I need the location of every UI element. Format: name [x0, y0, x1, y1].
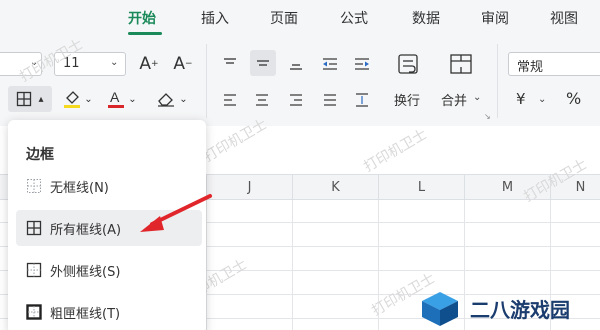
all-borders-icon [26, 220, 42, 236]
currency-button[interactable]: ¥ [516, 90, 526, 108]
align-right-icon [290, 94, 302, 106]
align-bottom-icon [290, 64, 302, 70]
decrease-indent-button[interactable] [318, 52, 342, 76]
font-color-button[interactable]: A ⌄ [104, 86, 140, 112]
chevron-down-icon[interactable]: ⌄ [473, 92, 481, 103]
brand-logo: 二八游戏园 [418, 286, 600, 330]
justify-button[interactable] [318, 88, 342, 112]
tab-data[interactable]: 数据 [412, 8, 440, 28]
gridline [378, 200, 379, 330]
gridline [292, 200, 293, 330]
chevron-down-icon[interactable]: ⌄ [110, 57, 118, 68]
chevron-up-icon: ▴ [38, 93, 44, 105]
chevron-down-icon: ⌄ [179, 93, 188, 105]
brand-text: 二八游戏园 [470, 297, 570, 322]
align-bottom-button[interactable] [284, 52, 308, 76]
separator [206, 44, 207, 118]
grow-font-label: A [139, 54, 152, 74]
wrap-text-label[interactable]: 换行 [394, 90, 420, 109]
column-header[interactable]: M [464, 175, 550, 201]
menu-item-thick-box-border[interactable]: 粗匣框线(T) [16, 294, 202, 330]
eraser-icon [158, 93, 175, 107]
borders-icon [17, 91, 32, 107]
distribute-icon [356, 93, 368, 107]
number-format-value: 常规 [517, 60, 544, 75]
chevron-down-icon: ⌄ [84, 93, 93, 105]
wrap-text-button[interactable] [394, 50, 424, 80]
column-header[interactable]: K [292, 175, 378, 201]
menu-item-label: 无框线(N) [50, 180, 109, 196]
menu-item-outside-borders[interactable]: 外侧框线(S) [16, 252, 202, 288]
align-top-button[interactable] [218, 52, 242, 76]
font-size-value: 11 [63, 56, 80, 71]
menu-item-label: 所有框线(A) [50, 222, 122, 238]
number-format-field[interactable]: 常规 [508, 52, 600, 76]
menu-item-label: 外侧框线(S) [50, 264, 121, 280]
active-tab-indicator [128, 32, 162, 35]
tab-insert[interactable]: 插入 [201, 8, 229, 28]
outside-borders-icon [26, 262, 42, 278]
tab-view[interactable]: 视图 [550, 8, 578, 28]
align-left-button[interactable] [218, 88, 242, 112]
thick-box-border-icon [26, 304, 42, 320]
chevron-down-icon: ⌄ [128, 93, 137, 105]
merge-cells-icon [450, 54, 472, 74]
column-header[interactable]: N [550, 175, 600, 201]
paint-bucket-icon [64, 91, 81, 108]
justify-icon [324, 94, 336, 106]
align-center-button[interactable] [250, 88, 274, 112]
clear-button[interactable]: ⌄ [150, 86, 194, 112]
brand-cube-icon [422, 292, 458, 326]
increase-indent-icon [355, 58, 369, 70]
merge-button[interactable] [446, 50, 476, 80]
font-color-icon: A [108, 89, 125, 108]
decrease-indent-icon [323, 58, 337, 70]
menu-item-label: 粗匣框线(T) [50, 306, 121, 322]
column-header[interactable]: L [378, 175, 464, 201]
align-middle-button[interactable] [250, 50, 276, 76]
no-border-icon [27, 179, 41, 193]
svg-text:A: A [110, 89, 120, 105]
chevron-down-icon[interactable]: ⌄ [30, 57, 38, 68]
merge-label[interactable]: 合并 [441, 90, 467, 109]
align-middle-icon [257, 60, 269, 66]
shrink-font-label: A [173, 54, 186, 74]
dialog-launcher-icon[interactable]: ↘ [484, 112, 491, 121]
tab-review[interactable]: 审阅 [481, 8, 509, 28]
percent-button[interactable]: % [566, 89, 581, 108]
increase-indent-button[interactable] [350, 52, 374, 76]
shrink-font-button[interactable]: A − [170, 50, 196, 78]
align-left-icon [224, 94, 236, 106]
ribbon-home: ⌄ 11 ⌄ A + A − ▴ ⌄ A ⌄ ⌄ 换行 合并 ⌄ ↘ 常规 ¥ … [0, 36, 600, 126]
align-center-icon [256, 94, 268, 106]
distribute-button[interactable] [350, 88, 374, 112]
tab-formulas[interactable]: 公式 [340, 8, 368, 28]
align-right-button[interactable] [284, 88, 308, 112]
tab-home[interactable]: 开始 [128, 8, 156, 28]
wrap-text-icon [398, 54, 418, 74]
borders-button[interactable]: ▴ [8, 86, 52, 112]
borders-menu-title: 边框 [26, 147, 54, 163]
separator [497, 44, 498, 118]
red-arrow-icon [140, 194, 212, 232]
chevron-down-icon[interactable]: ⌄ [538, 94, 546, 105]
align-top-icon [224, 58, 236, 64]
tab-page[interactable]: 页面 [270, 8, 298, 28]
grow-font-button[interactable]: A + [136, 50, 162, 78]
fill-color-button[interactable]: ⌄ [60, 86, 96, 112]
ribbon-tab-bar: 开始 插入 页面 公式 数据 审阅 视图 [0, 0, 600, 36]
